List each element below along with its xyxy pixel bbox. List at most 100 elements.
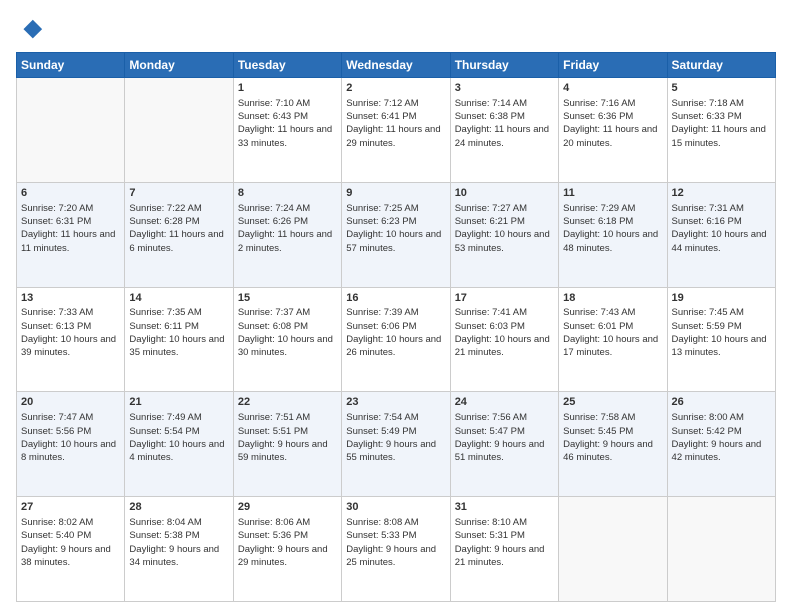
day-cell bbox=[667, 497, 775, 602]
day-cell: 22Sunrise: 7:51 AM Sunset: 5:51 PM Dayli… bbox=[233, 392, 341, 497]
day-number: 4 bbox=[563, 81, 662, 96]
column-header-saturday: Saturday bbox=[667, 53, 775, 78]
day-number: 17 bbox=[455, 291, 554, 306]
day-cell: 20Sunrise: 7:47 AM Sunset: 5:56 PM Dayli… bbox=[17, 392, 125, 497]
day-info: Sunrise: 7:39 AM Sunset: 6:06 PM Dayligh… bbox=[346, 306, 445, 359]
day-info: Sunrise: 7:56 AM Sunset: 5:47 PM Dayligh… bbox=[455, 411, 554, 464]
day-cell: 21Sunrise: 7:49 AM Sunset: 5:54 PM Dayli… bbox=[125, 392, 233, 497]
day-number: 22 bbox=[238, 395, 337, 410]
day-number: 26 bbox=[672, 395, 771, 410]
day-number: 24 bbox=[455, 395, 554, 410]
day-info: Sunrise: 8:00 AM Sunset: 5:42 PM Dayligh… bbox=[672, 411, 771, 464]
day-number: 12 bbox=[672, 186, 771, 201]
day-info: Sunrise: 8:02 AM Sunset: 5:40 PM Dayligh… bbox=[21, 516, 120, 569]
day-number: 13 bbox=[21, 291, 120, 306]
week-row-2: 6Sunrise: 7:20 AM Sunset: 6:31 PM Daylig… bbox=[17, 182, 776, 287]
day-number: 6 bbox=[21, 186, 120, 201]
day-info: Sunrise: 7:35 AM Sunset: 6:11 PM Dayligh… bbox=[129, 306, 228, 359]
day-number: 25 bbox=[563, 395, 662, 410]
day-number: 14 bbox=[129, 291, 228, 306]
day-number: 7 bbox=[129, 186, 228, 201]
day-number: 23 bbox=[346, 395, 445, 410]
column-header-wednesday: Wednesday bbox=[342, 53, 450, 78]
day-info: Sunrise: 7:27 AM Sunset: 6:21 PM Dayligh… bbox=[455, 202, 554, 255]
day-cell: 2Sunrise: 7:12 AM Sunset: 6:41 PM Daylig… bbox=[342, 78, 450, 183]
day-cell: 3Sunrise: 7:14 AM Sunset: 6:38 PM Daylig… bbox=[450, 78, 558, 183]
day-number: 28 bbox=[129, 500, 228, 515]
header bbox=[16, 16, 776, 44]
day-info: Sunrise: 8:10 AM Sunset: 5:31 PM Dayligh… bbox=[455, 516, 554, 569]
logo-icon bbox=[16, 16, 44, 44]
day-cell: 6Sunrise: 7:20 AM Sunset: 6:31 PM Daylig… bbox=[17, 182, 125, 287]
day-info: Sunrise: 7:43 AM Sunset: 6:01 PM Dayligh… bbox=[563, 306, 662, 359]
day-cell: 7Sunrise: 7:22 AM Sunset: 6:28 PM Daylig… bbox=[125, 182, 233, 287]
day-number: 11 bbox=[563, 186, 662, 201]
logo bbox=[16, 16, 48, 44]
column-header-thursday: Thursday bbox=[450, 53, 558, 78]
day-info: Sunrise: 7:31 AM Sunset: 6:16 PM Dayligh… bbox=[672, 202, 771, 255]
day-info: Sunrise: 7:16 AM Sunset: 6:36 PM Dayligh… bbox=[563, 97, 662, 150]
day-cell: 17Sunrise: 7:41 AM Sunset: 6:03 PM Dayli… bbox=[450, 287, 558, 392]
day-cell: 15Sunrise: 7:37 AM Sunset: 6:08 PM Dayli… bbox=[233, 287, 341, 392]
day-cell: 4Sunrise: 7:16 AM Sunset: 6:36 PM Daylig… bbox=[559, 78, 667, 183]
day-cell: 14Sunrise: 7:35 AM Sunset: 6:11 PM Dayli… bbox=[125, 287, 233, 392]
day-number: 18 bbox=[563, 291, 662, 306]
day-info: Sunrise: 7:47 AM Sunset: 5:56 PM Dayligh… bbox=[21, 411, 120, 464]
day-info: Sunrise: 7:12 AM Sunset: 6:41 PM Dayligh… bbox=[346, 97, 445, 150]
week-row-3: 13Sunrise: 7:33 AM Sunset: 6:13 PM Dayli… bbox=[17, 287, 776, 392]
day-cell: 8Sunrise: 7:24 AM Sunset: 6:26 PM Daylig… bbox=[233, 182, 341, 287]
day-info: Sunrise: 7:51 AM Sunset: 5:51 PM Dayligh… bbox=[238, 411, 337, 464]
day-cell: 26Sunrise: 8:00 AM Sunset: 5:42 PM Dayli… bbox=[667, 392, 775, 497]
day-number: 3 bbox=[455, 81, 554, 96]
header-row: SundayMondayTuesdayWednesdayThursdayFrid… bbox=[17, 53, 776, 78]
day-number: 1 bbox=[238, 81, 337, 96]
day-cell bbox=[17, 78, 125, 183]
day-cell: 19Sunrise: 7:45 AM Sunset: 5:59 PM Dayli… bbox=[667, 287, 775, 392]
day-number: 10 bbox=[455, 186, 554, 201]
page: SundayMondayTuesdayWednesdayThursdayFrid… bbox=[0, 0, 792, 612]
day-number: 5 bbox=[672, 81, 771, 96]
day-number: 29 bbox=[238, 500, 337, 515]
day-info: Sunrise: 7:54 AM Sunset: 5:49 PM Dayligh… bbox=[346, 411, 445, 464]
day-number: 19 bbox=[672, 291, 771, 306]
day-info: Sunrise: 7:49 AM Sunset: 5:54 PM Dayligh… bbox=[129, 411, 228, 464]
day-cell: 11Sunrise: 7:29 AM Sunset: 6:18 PM Dayli… bbox=[559, 182, 667, 287]
day-info: Sunrise: 7:10 AM Sunset: 6:43 PM Dayligh… bbox=[238, 97, 337, 150]
day-cell: 13Sunrise: 7:33 AM Sunset: 6:13 PM Dayli… bbox=[17, 287, 125, 392]
day-info: Sunrise: 7:58 AM Sunset: 5:45 PM Dayligh… bbox=[563, 411, 662, 464]
day-number: 15 bbox=[238, 291, 337, 306]
day-info: Sunrise: 7:24 AM Sunset: 6:26 PM Dayligh… bbox=[238, 202, 337, 255]
day-info: Sunrise: 7:29 AM Sunset: 6:18 PM Dayligh… bbox=[563, 202, 662, 255]
day-info: Sunrise: 7:41 AM Sunset: 6:03 PM Dayligh… bbox=[455, 306, 554, 359]
day-number: 2 bbox=[346, 81, 445, 96]
day-cell: 25Sunrise: 7:58 AM Sunset: 5:45 PM Dayli… bbox=[559, 392, 667, 497]
day-info: Sunrise: 8:06 AM Sunset: 5:36 PM Dayligh… bbox=[238, 516, 337, 569]
day-info: Sunrise: 7:18 AM Sunset: 6:33 PM Dayligh… bbox=[672, 97, 771, 150]
day-cell: 27Sunrise: 8:02 AM Sunset: 5:40 PM Dayli… bbox=[17, 497, 125, 602]
day-number: 16 bbox=[346, 291, 445, 306]
day-cell bbox=[559, 497, 667, 602]
day-number: 30 bbox=[346, 500, 445, 515]
day-cell: 9Sunrise: 7:25 AM Sunset: 6:23 PM Daylig… bbox=[342, 182, 450, 287]
week-row-5: 27Sunrise: 8:02 AM Sunset: 5:40 PM Dayli… bbox=[17, 497, 776, 602]
week-row-1: 1Sunrise: 7:10 AM Sunset: 6:43 PM Daylig… bbox=[17, 78, 776, 183]
day-info: Sunrise: 8:08 AM Sunset: 5:33 PM Dayligh… bbox=[346, 516, 445, 569]
day-cell: 10Sunrise: 7:27 AM Sunset: 6:21 PM Dayli… bbox=[450, 182, 558, 287]
day-number: 20 bbox=[21, 395, 120, 410]
column-header-monday: Monday bbox=[125, 53, 233, 78]
day-info: Sunrise: 8:04 AM Sunset: 5:38 PM Dayligh… bbox=[129, 516, 228, 569]
day-number: 21 bbox=[129, 395, 228, 410]
day-cell: 28Sunrise: 8:04 AM Sunset: 5:38 PM Dayli… bbox=[125, 497, 233, 602]
day-number: 9 bbox=[346, 186, 445, 201]
day-cell: 18Sunrise: 7:43 AM Sunset: 6:01 PM Dayli… bbox=[559, 287, 667, 392]
column-header-sunday: Sunday bbox=[17, 53, 125, 78]
day-info: Sunrise: 7:25 AM Sunset: 6:23 PM Dayligh… bbox=[346, 202, 445, 255]
column-header-tuesday: Tuesday bbox=[233, 53, 341, 78]
week-row-4: 20Sunrise: 7:47 AM Sunset: 5:56 PM Dayli… bbox=[17, 392, 776, 497]
day-cell: 16Sunrise: 7:39 AM Sunset: 6:06 PM Dayli… bbox=[342, 287, 450, 392]
day-cell: 5Sunrise: 7:18 AM Sunset: 6:33 PM Daylig… bbox=[667, 78, 775, 183]
day-cell bbox=[125, 78, 233, 183]
day-info: Sunrise: 7:14 AM Sunset: 6:38 PM Dayligh… bbox=[455, 97, 554, 150]
day-cell: 24Sunrise: 7:56 AM Sunset: 5:47 PM Dayli… bbox=[450, 392, 558, 497]
calendar-table: SundayMondayTuesdayWednesdayThursdayFrid… bbox=[16, 52, 776, 602]
